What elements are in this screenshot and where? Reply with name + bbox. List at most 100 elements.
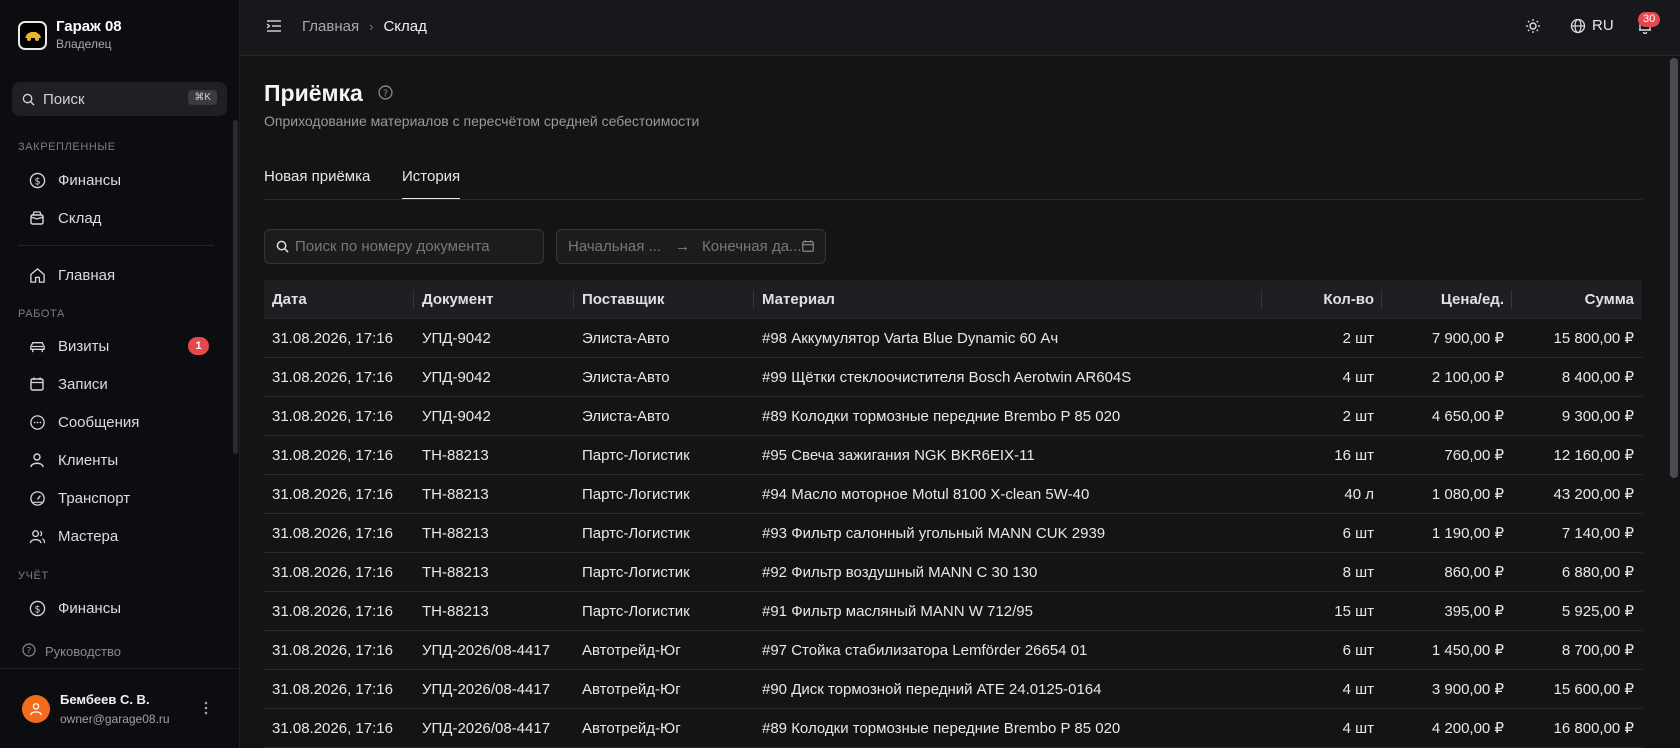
arrow-right-icon: → [675, 238, 690, 255]
section-label-pinned: ЗАКРЕПЛЕННЫЕ [18, 141, 116, 153]
table-row[interactable]: 31.08.2026, 17:16 ТН-88213 Партс-Логистик #… [264, 553, 1642, 592]
sidebar-item-mechanics[interactable]: Мастера [28, 524, 118, 548]
table-row[interactable]: 31.08.2026, 17:16 УПД-9042 Элиста-Авто #98 … [264, 319, 1642, 358]
user-profile[interactable]: Бембеев С. В. owner@garage08.ru [0, 668, 239, 748]
table-row[interactable]: 31.08.2026, 17:16 УПД-9042 Элиста-Авто #89 … [264, 397, 1642, 436]
user-email: owner@garage08.ru [60, 712, 170, 726]
sidebar-item-warehouse[interactable]: Склад [28, 206, 101, 230]
car-icon [28, 337, 46, 355]
page-title: Приёмка [264, 80, 363, 106]
cell-supplier: Элиста-Авто [582, 368, 670, 386]
cell-supplier: Автотрейд-Юг [582, 719, 681, 737]
cell-sum: 9 300,00 ₽ [1561, 408, 1634, 425]
cell-document: ТН-88213 [422, 602, 489, 620]
top-header: Главная › Склад RU 30 [240, 0, 1680, 56]
column-header-qty[interactable]: Кол-во [1262, 280, 1382, 319]
dollar-icon: $ [28, 599, 46, 617]
cell-supplier: Партс-Логистик [582, 602, 690, 620]
guide-label: Руководство [45, 644, 121, 659]
date-end-field[interactable]: Конечная да... [702, 238, 802, 255]
app-role: Владелец [56, 37, 112, 51]
cell-qty: 15 шт [1334, 602, 1374, 620]
tab-history[interactable]: История [402, 168, 460, 185]
table-row[interactable]: 31.08.2026, 17:16 ТН-88213 Партс-Логистик #… [264, 475, 1642, 514]
table-row[interactable]: 31.08.2026, 17:16 УПД-2026/08-4417 Автотре… [264, 709, 1642, 748]
svg-text:?: ? [383, 88, 388, 99]
sidebar-item-messages[interactable]: Сообщения [28, 410, 139, 434]
cell-date: 31.08.2026, 17:16 [272, 407, 393, 425]
breadcrumb-home[interactable]: Главная [302, 18, 359, 35]
brand[interactable]: Гараж 08 Владелец [18, 18, 122, 53]
cell-sum: 6 880,00 ₽ [1561, 564, 1634, 581]
table-row[interactable]: 31.08.2026, 17:16 ТН-88213 Партс-Логистик #… [264, 436, 1642, 475]
cell-document: УПД-9042 [422, 368, 491, 386]
svg-text:$: $ [34, 604, 40, 615]
section-label-accounting: УЧЁТ [18, 570, 49, 582]
language-switch[interactable]: RU [1570, 17, 1614, 34]
cell-supplier: Автотрейд-Юг [582, 641, 681, 659]
cell-price: 860,00 ₽ [1444, 564, 1504, 581]
date-start-field[interactable]: Начальная ... [568, 238, 661, 255]
column-header-supplier[interactable]: Поставщик [574, 280, 754, 319]
column-header-material[interactable]: Материал [754, 280, 1262, 319]
page-subtitle: Оприходование материалов с пересчётом ср… [264, 113, 700, 129]
help-circle-icon[interactable]: ? [378, 85, 393, 104]
column-header-price[interactable]: Цена/ед. [1382, 280, 1512, 319]
table-row[interactable]: 31.08.2026, 17:16 УПД-2026/08-4417 Автотре… [264, 670, 1642, 709]
cell-document: УПД-9042 [422, 407, 491, 425]
cell-material: #98 Аккумулятор Varta Blue Dynamic 60 Ач [762, 329, 1059, 347]
cell-sum: 8 700,00 ₽ [1561, 642, 1634, 659]
sidebar-item-finance[interactable]: $ Финансы [28, 596, 121, 620]
notification-count-badge: 30 [1638, 12, 1661, 27]
sidebar-item-guide[interactable]: ? Руководство [22, 643, 121, 660]
cell-sum: 7 140,00 ₽ [1561, 525, 1634, 542]
sidebar-item-label: Транспорт [58, 489, 131, 507]
cell-qty: 8 шт [1342, 563, 1374, 581]
column-header-date[interactable]: Дата [264, 280, 414, 319]
cell-supplier: Элиста-Авто [582, 329, 670, 347]
main-scrollbar[interactable] [1668, 56, 1680, 748]
sidebar-item-home[interactable]: Главная [28, 263, 115, 287]
sidebar-search[interactable]: Поиск ⌘K [12, 82, 227, 116]
chevron-right-icon: › [369, 19, 374, 34]
globe-icon [1570, 18, 1586, 33]
sidebar-item-label: Визиты [58, 337, 110, 355]
cell-date: 31.08.2026, 17:16 [272, 524, 393, 542]
cell-price: 1 190,00 ₽ [1431, 525, 1504, 542]
sidebar-item-clients[interactable]: Клиенты [28, 448, 118, 472]
theme-toggle-icon[interactable] [1525, 18, 1541, 38]
sidebar-item-appointments[interactable]: Записи [28, 372, 108, 396]
sidebar-item-vehicles[interactable]: Транспорт [28, 486, 130, 510]
table-header: Дата Документ Поставщик Материал Кол-во … [264, 280, 1642, 319]
cell-qty: 6 шт [1342, 524, 1374, 542]
column-header-document[interactable]: Документ [414, 280, 574, 319]
sidebar-item-visits[interactable]: Визиты [28, 334, 109, 358]
sidebar-item-label: Записи [58, 375, 108, 393]
date-range-picker[interactable]: Начальная ... → Конечная да... [556, 229, 826, 264]
calendar-icon[interactable] [801, 239, 815, 257]
table-body: 31.08.2026, 17:16 УПД-9042 Элиста-Авто #98 … [264, 319, 1642, 748]
cell-sum: 15 600,00 ₽ [1553, 681, 1634, 698]
document-search-input[interactable] [295, 238, 535, 255]
cell-document: ТН-88213 [422, 524, 489, 542]
sidebar-scrollbar[interactable] [233, 120, 238, 454]
table-row[interactable]: 31.08.2026, 17:16 УПД-9042 Элиста-Авто #99 … [264, 358, 1642, 397]
cell-sum: 15 800,00 ₽ [1553, 330, 1634, 347]
sidebar-toggle-icon[interactable] [266, 19, 282, 37]
table-row[interactable]: 31.08.2026, 17:16 ТН-88213 Партс-Логистик #… [264, 592, 1642, 631]
cell-supplier: Элиста-Авто [582, 407, 670, 425]
sidebar-item-label: Финансы [58, 599, 121, 617]
document-search[interactable] [264, 229, 544, 264]
cell-sum: 5 925,00 ₽ [1561, 603, 1634, 620]
table-row[interactable]: 31.08.2026, 17:16 УПД-2026/08-4417 Автотре… [264, 631, 1642, 670]
sidebar-item-label: Мастера [58, 527, 119, 545]
cell-qty: 2 шт [1342, 407, 1374, 425]
cell-date: 31.08.2026, 17:16 [272, 641, 393, 659]
table-row[interactable]: 31.08.2026, 17:16 ТН-88213 Партс-Логистик #… [264, 514, 1642, 553]
more-vertical-icon[interactable] [204, 701, 208, 719]
tab-new-receipt[interactable]: Новая приёмка [264, 168, 370, 185]
message-icon [28, 413, 46, 431]
column-header-sum[interactable]: Сумма [1512, 280, 1642, 319]
scrollbar-thumb[interactable] [1670, 58, 1678, 478]
sidebar-item-finance-pinned[interactable]: $ Финансы [28, 168, 121, 192]
